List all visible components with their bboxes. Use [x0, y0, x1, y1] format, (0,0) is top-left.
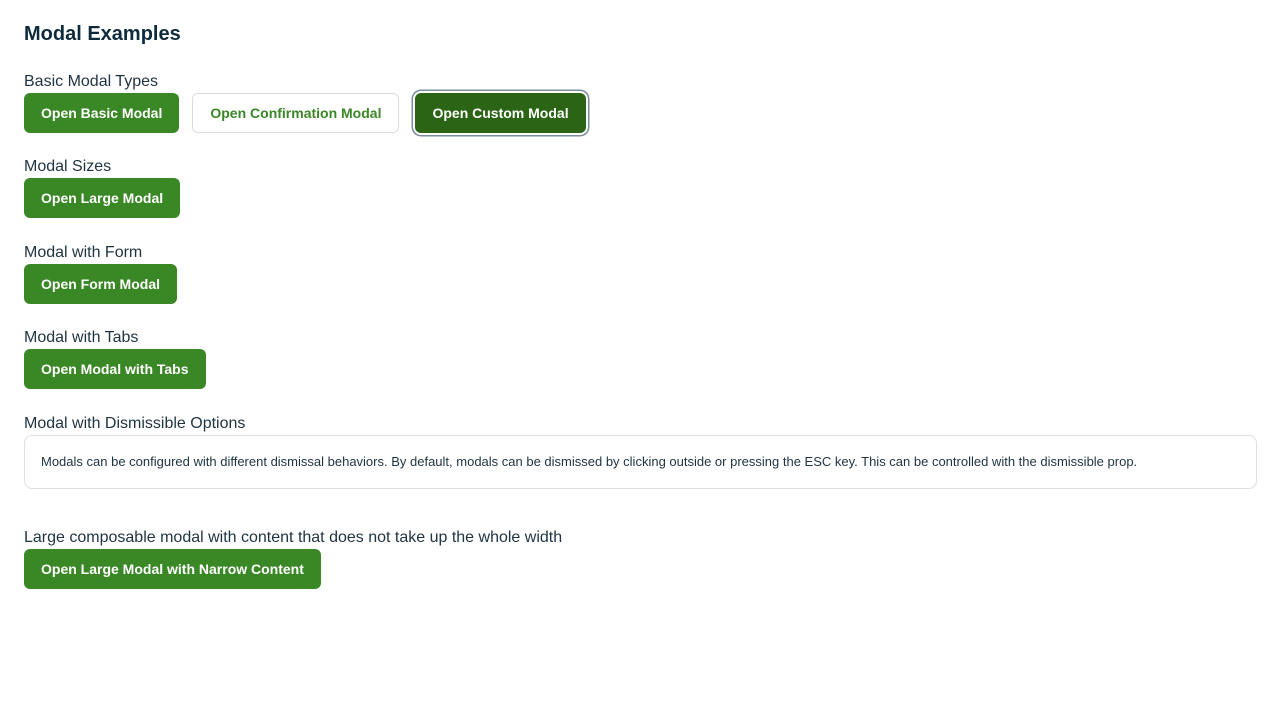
section-modal-with-tabs: Modal with Tabs Open Modal with Tabs [24, 328, 219, 389]
section-label: Modal with Tabs [24, 329, 139, 346]
open-custom-modal-button[interactable]: Open Custom Modal [415, 93, 586, 133]
open-large-modal-narrow-content-button[interactable]: Open Large Modal with Narrow Content [24, 549, 321, 589]
open-form-modal-button[interactable]: Open Form Modal [24, 264, 177, 304]
section-label: Modal with Form [24, 244, 143, 261]
section-modal-with-form: Modal with Form Open Form Modal [24, 243, 190, 304]
open-confirmation-modal-button[interactable]: Open Confirmation Modal [192, 93, 400, 133]
open-modal-with-tabs-button[interactable]: Open Modal with Tabs [24, 349, 206, 389]
section-basic-modal-types: Basic Modal Types Open Basic Modal Open C… [24, 72, 599, 133]
section-label: Basic Modal Types [24, 73, 158, 90]
section-label: Modal Sizes [24, 158, 112, 175]
section-modal-sizes: Modal Sizes Open Large Modal [24, 157, 193, 218]
open-large-modal-button[interactable]: Open Large Modal [24, 178, 181, 218]
section-label: Modal with Dismissible Options [24, 415, 246, 432]
open-basic-modal-button[interactable]: Open Basic Modal [24, 93, 180, 133]
section-label: Large composable modal with content that… [24, 529, 563, 546]
section-dismissible-options: Modal with Dismissible Options Modals ca… [24, 414, 1257, 489]
dismissible-description: Modals can be configured with different … [24, 435, 1257, 489]
page-title: Modal Examples [24, 23, 181, 45]
section-large-narrow-modal: Large composable modal with content that… [24, 528, 562, 589]
